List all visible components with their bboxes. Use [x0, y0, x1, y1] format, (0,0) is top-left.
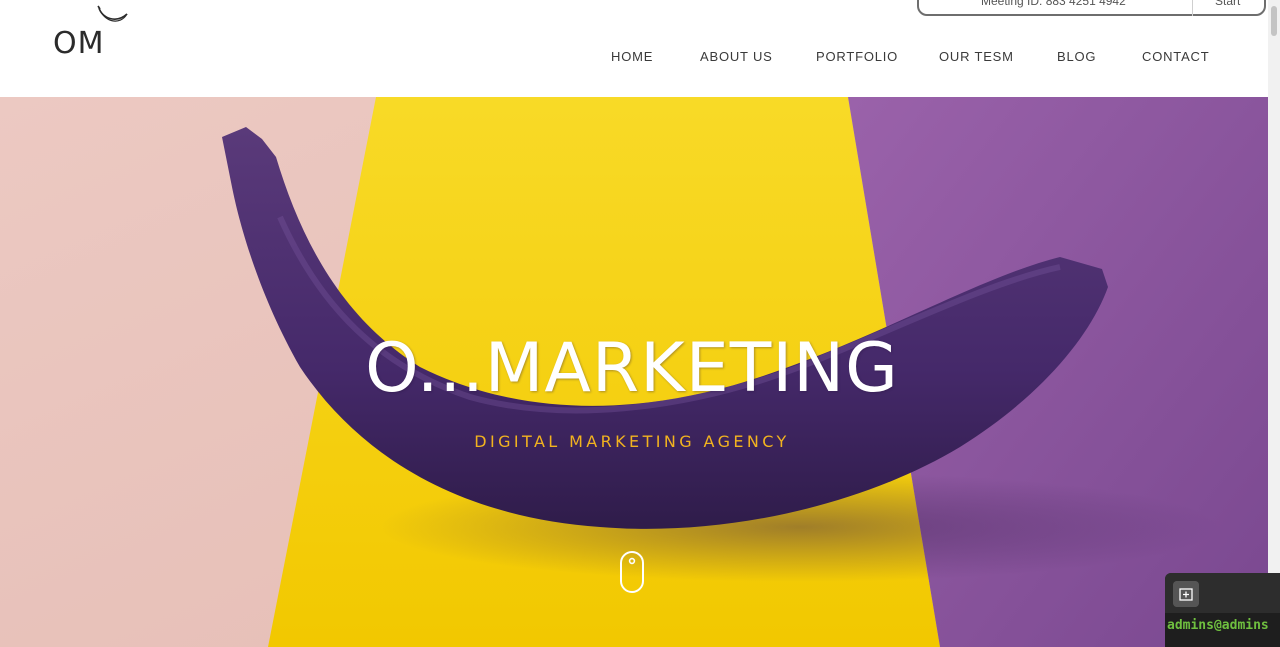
meeting-start-button[interactable]: Start — [1215, 0, 1240, 8]
page-scrollbar[interactable] — [1268, 0, 1280, 647]
mouse-scroll-icon[interactable] — [619, 550, 645, 594]
banana-logo-icon — [97, 5, 128, 22]
hero-section: O...MARKETING DIGITAL MARKETING AGENCY — [0, 97, 1268, 647]
nav-home[interactable]: HOME — [611, 49, 653, 64]
scrollbar-thumb[interactable] — [1271, 6, 1277, 36]
terminal-titlebar — [1165, 573, 1280, 613]
main-nav: HOME ABOUT US PORTFOLIO OUR TESM BLOG CO… — [0, 49, 1268, 67]
nav-blog[interactable]: BLOG — [1057, 49, 1096, 64]
nav-portfolio[interactable]: PORTFOLIO — [816, 49, 898, 64]
meeting-divider — [1192, 0, 1193, 16]
terminal-prompt: admins@admins — [1167, 618, 1269, 633]
meeting-widget: Meeting ID: 883 4251 4942 Start — [917, 0, 1266, 16]
new-tab-icon[interactable] — [1173, 581, 1199, 607]
nav-our-team[interactable]: OUR TESM — [939, 49, 1014, 64]
hero-title: O...MARKETING — [365, 329, 899, 408]
terminal-body[interactable]: admins@admins — [1165, 613, 1280, 647]
nav-about-us[interactable]: ABOUT US — [700, 49, 773, 64]
hero-subtitle: DIGITAL MARKETING AGENCY — [474, 432, 790, 451]
terminal-window: admins@admins — [1165, 573, 1280, 647]
meeting-id: Meeting ID: 883 4251 4942 — [981, 0, 1126, 8]
nav-contact[interactable]: CONTACT — [1142, 49, 1209, 64]
